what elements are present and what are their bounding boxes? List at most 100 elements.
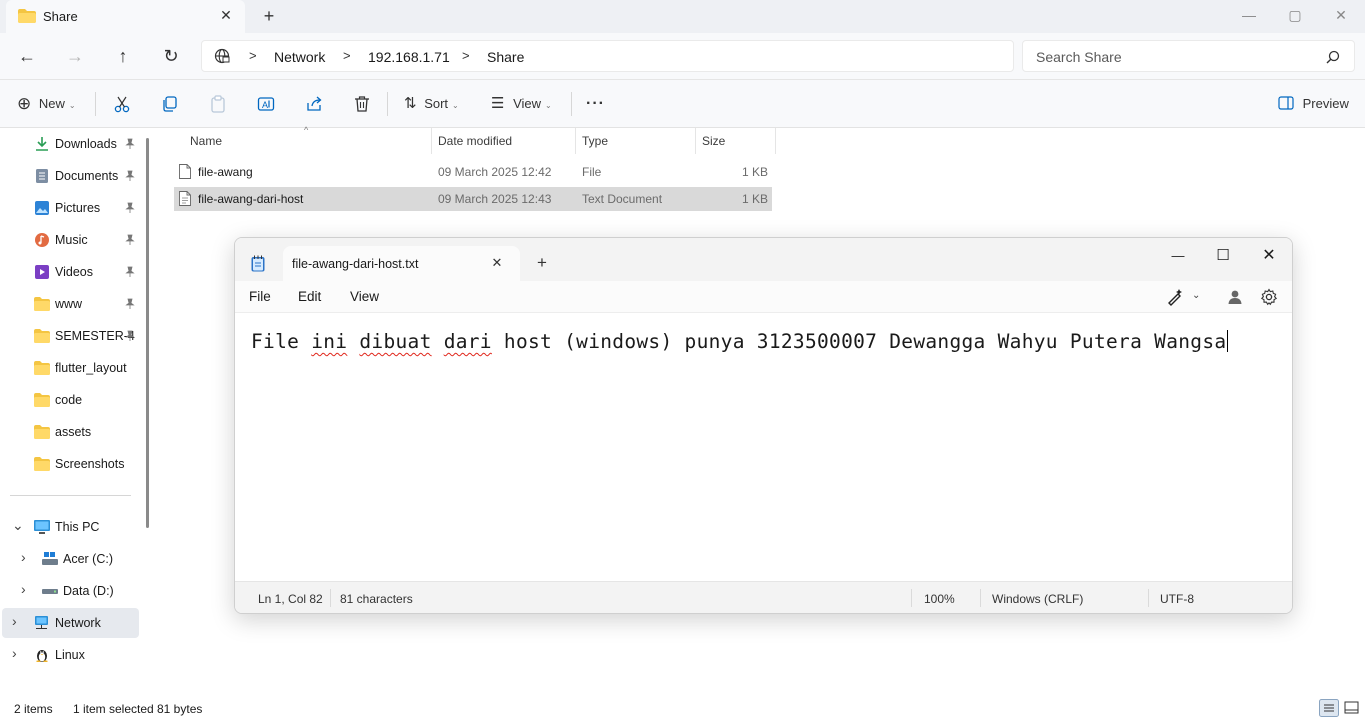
sidebar-item-semester-4[interactable]: SEMESTER-4 bbox=[2, 321, 139, 351]
pc-icon bbox=[34, 520, 50, 534]
chevron-down-icon[interactable]: ⌄ bbox=[12, 517, 24, 534]
table-row[interactable]: file-awang 09 March 2025 12:42 File 1 KB bbox=[174, 160, 772, 184]
notepad-tab[interactable]: file-awang-dari-host.txt ✕ bbox=[283, 246, 520, 281]
back-button[interactable]: ← bbox=[15, 45, 39, 69]
pin-icon[interactable] bbox=[124, 202, 136, 214]
pin-icon[interactable] bbox=[124, 234, 136, 246]
maximize-button[interactable]: ☐ bbox=[1203, 243, 1243, 269]
sidebar-item-assets[interactable]: assets bbox=[2, 417, 139, 447]
sidebar-item-network[interactable]: › Network bbox=[2, 608, 139, 638]
forward-button[interactable]: → bbox=[63, 45, 87, 69]
restore-button[interactable]: ▢ bbox=[1272, 4, 1318, 26]
new-tab-button[interactable]: + bbox=[260, 7, 278, 25]
misspelled-word: ini bbox=[311, 330, 348, 353]
rename-icon[interactable]: A bbox=[257, 95, 275, 113]
column-resize-handle[interactable] bbox=[575, 128, 576, 154]
minimize-button[interactable]: — bbox=[1226, 4, 1272, 26]
sort-button[interactable]: ⇅ Sort ⌄ bbox=[404, 92, 459, 116]
pin-icon[interactable] bbox=[124, 138, 136, 150]
column-resize-handle[interactable] bbox=[695, 128, 696, 154]
pin-icon[interactable] bbox=[124, 298, 136, 310]
preview-pane-button[interactable]: Preview bbox=[1278, 92, 1349, 116]
share-icon[interactable] bbox=[305, 95, 323, 113]
breadcrumb-host[interactable]: 192.168.1.71 bbox=[368, 49, 450, 65]
close-window-button[interactable]: ✕ bbox=[1318, 4, 1364, 26]
character-count: 81 characters bbox=[340, 592, 413, 606]
sidebar-item-videos[interactable]: Videos bbox=[2, 257, 139, 287]
pin-icon[interactable] bbox=[124, 266, 136, 278]
details-view-icon[interactable] bbox=[1319, 699, 1339, 717]
search-icon[interactable] bbox=[1326, 50, 1340, 64]
menu-edit[interactable]: Edit bbox=[298, 289, 321, 304]
view-button[interactable]: ☰ View ⌄ bbox=[491, 92, 552, 116]
folder-icon bbox=[34, 329, 50, 343]
column-resize-handle[interactable] bbox=[431, 128, 432, 154]
tiles-view-icon[interactable] bbox=[1342, 699, 1362, 717]
sidebar-item-pictures[interactable]: Pictures bbox=[2, 193, 139, 223]
column-header-type[interactable]: Type bbox=[582, 134, 608, 152]
table-row[interactable]: file-awang-dari-host 09 March 2025 12:43… bbox=[174, 187, 772, 211]
pin-icon[interactable] bbox=[124, 170, 136, 182]
more-options-button[interactable]: ··· bbox=[586, 92, 605, 116]
address-bar[interactable]: > Network > 192.168.1.71 > Share bbox=[201, 40, 1014, 72]
column-header-name[interactable]: Name bbox=[190, 134, 222, 152]
file-type: File bbox=[582, 165, 602, 179]
column-header-date[interactable]: Date modified bbox=[438, 134, 512, 152]
explorer-tab-share[interactable]: Share ✕ bbox=[6, 0, 245, 33]
cut-icon[interactable] bbox=[113, 95, 131, 113]
sidebar-item-code[interactable]: code bbox=[2, 385, 139, 415]
up-button[interactable]: ↑ bbox=[111, 45, 135, 69]
column-header-size[interactable]: Size bbox=[702, 134, 725, 152]
close-tab-button[interactable]: ✕ bbox=[489, 255, 505, 271]
content-word: Wahyu bbox=[997, 330, 1058, 353]
refresh-button[interactable]: ↻ bbox=[159, 45, 183, 69]
close-window-button[interactable]: ✕ bbox=[1249, 243, 1289, 269]
sidebar-item-music[interactable]: Music bbox=[2, 225, 139, 255]
sidebar-item-flutter-layout[interactable]: flutter_layout bbox=[2, 353, 139, 383]
delete-icon[interactable] bbox=[353, 95, 371, 113]
breadcrumb-separator[interactable]: > bbox=[343, 48, 351, 63]
chevron-down-icon[interactable]: ⌄ bbox=[1192, 290, 1200, 301]
chevron-right-icon[interactable]: › bbox=[12, 645, 17, 661]
copilot-rewrite-icon[interactable] bbox=[1166, 288, 1184, 306]
file-date: 09 March 2025 12:42 bbox=[438, 165, 552, 179]
search-input[interactable] bbox=[1036, 48, 1316, 66]
chevron-right-icon[interactable]: › bbox=[21, 581, 26, 597]
breadcrumb-network[interactable]: Network bbox=[274, 49, 325, 65]
new-tab-button[interactable]: + bbox=[537, 254, 547, 271]
content-word: Dewangga bbox=[889, 330, 986, 353]
menu-view[interactable]: View bbox=[350, 289, 379, 304]
column-resize-handle[interactable] bbox=[775, 128, 776, 154]
breadcrumb-separator[interactable]: > bbox=[249, 48, 257, 63]
copy-icon[interactable] bbox=[161, 95, 179, 113]
settings-gear-icon[interactable] bbox=[1260, 288, 1278, 306]
content-word: Putera bbox=[1069, 330, 1143, 353]
encoding[interactable]: UTF-8 bbox=[1160, 592, 1194, 606]
new-button[interactable]: ⊕ New ⌄ bbox=[17, 92, 76, 116]
sidebar-item-linux[interactable]: › Linux bbox=[2, 640, 139, 670]
sidebar-scrollbar[interactable] bbox=[146, 138, 149, 528]
sidebar-item-this-pc[interactable]: ⌄ This PC bbox=[2, 512, 139, 542]
sidebar-item-www[interactable]: www bbox=[2, 289, 139, 319]
line-ending[interactable]: Windows (CRLF) bbox=[992, 592, 1083, 606]
sidebar-item-documents[interactable]: Documents bbox=[2, 161, 139, 191]
search-box[interactable] bbox=[1022, 40, 1355, 72]
pin-icon[interactable] bbox=[124, 330, 136, 342]
document-content: File ini dibuat dari host (windows) puny… bbox=[251, 330, 1229, 353]
chevron-right-icon[interactable]: › bbox=[21, 549, 26, 565]
zoom-level[interactable]: 100% bbox=[924, 592, 955, 606]
breadcrumb-separator[interactable]: > bbox=[462, 48, 470, 63]
sidebar-item-data-d[interactable]: › Data (D:) bbox=[2, 576, 139, 606]
minimize-button[interactable]: — bbox=[1158, 243, 1198, 269]
close-tab-button[interactable]: ✕ bbox=[218, 7, 234, 23]
account-icon[interactable] bbox=[1226, 288, 1244, 306]
chevron-right-icon[interactable]: › bbox=[12, 613, 17, 629]
sidebar-item-screenshots[interactable]: Screenshots bbox=[2, 449, 139, 479]
sidebar-item-downloads[interactable]: Downloads bbox=[2, 129, 139, 159]
sidebar-item-acer-c[interactable]: › Acer (C:) bbox=[2, 544, 139, 574]
text-document-icon bbox=[179, 191, 191, 206]
breadcrumb-share[interactable]: Share bbox=[487, 49, 524, 65]
paste-icon[interactable] bbox=[209, 95, 227, 113]
menu-file[interactable]: File bbox=[249, 289, 271, 304]
notepad-text-area[interactable]: File ini dibuat dari host (windows) puny… bbox=[235, 313, 1292, 581]
